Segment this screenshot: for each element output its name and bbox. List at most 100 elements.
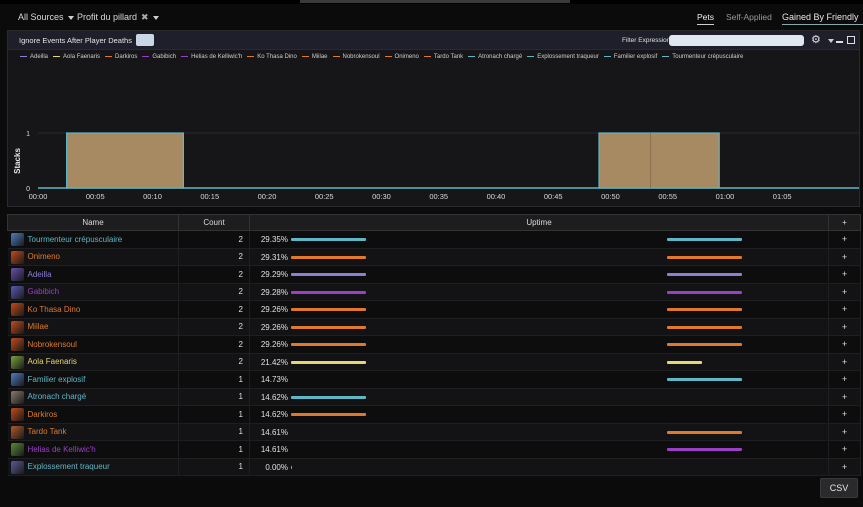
uptime-bar	[290, 465, 293, 469]
uptime-cell: 14.62%	[249, 388, 829, 406]
unit-name[interactable]: Gabibich	[28, 287, 60, 296]
expand-plus-icon[interactable]: +	[828, 440, 861, 459]
name-cell[interactable]: Ko Thasa Dino	[7, 300, 179, 319]
unit-icon	[10, 373, 24, 386]
name-cell[interactable]: Miilae	[7, 318, 179, 336]
x-tick-label: 00:00	[29, 192, 48, 201]
unit-name[interactable]: Explossement traqueur	[28, 462, 110, 471]
uptime-bar	[666, 448, 743, 451]
expand-plus-icon[interactable]: +	[828, 300, 861, 319]
unit-name[interactable]: Aola Faenaris	[28, 357, 77, 366]
expand-plus-icon[interactable]: +	[828, 318, 861, 336]
tab-self-applied[interactable]: Self-Applied	[726, 12, 772, 22]
expand-plus-icon[interactable]: +	[828, 230, 861, 249]
uptime-cell: 29.29%	[249, 265, 829, 284]
table-row[interactable]: Helias de Kelliwic'h 1 14.61% +	[7, 440, 861, 459]
unit-name[interactable]: Darkiros	[28, 410, 58, 419]
source-dropdown[interactable]: All Sources	[18, 12, 74, 22]
x-tick-label: 00:35	[429, 192, 448, 201]
uptime-cell: 14.73%	[249, 370, 829, 389]
unit-name[interactable]: Tardo Tank	[28, 427, 67, 436]
name-cell[interactable]: Tourmenteur crépusculaire	[7, 230, 179, 249]
x-tick-label: 00:55	[658, 192, 677, 201]
uptime-bar	[290, 290, 366, 294]
table-row[interactable]: Adeilla 2 29.29% +	[7, 265, 861, 284]
uptime-bar	[666, 238, 743, 241]
unit-name[interactable]: Miilae	[28, 322, 49, 331]
count-cell: 1	[178, 370, 250, 389]
name-cell[interactable]: Familier explosif	[7, 370, 179, 389]
top-strip	[0, 0, 863, 4]
name-cell[interactable]: Explossement traqueur	[7, 458, 179, 476]
expand-plus-icon[interactable]: +	[828, 458, 861, 476]
expand-plus-icon[interactable]: +	[828, 335, 861, 354]
unit-name[interactable]: Onimeno	[28, 252, 60, 261]
table-row[interactable]: Atronach chargé 1 14.62% +	[7, 388, 861, 406]
expand-plus-icon[interactable]: +	[828, 423, 861, 441]
unit-name[interactable]: Nobrokensoul	[28, 340, 77, 349]
x-tick-label: 00:15	[200, 192, 219, 201]
table-row[interactable]: Familier explosif 1 14.73% +	[7, 370, 861, 389]
expand-plus-icon[interactable]: +	[828, 370, 861, 389]
name-cell[interactable]: Darkiros	[7, 405, 179, 424]
count-cell: 2	[178, 230, 250, 249]
count-cell: 1	[178, 405, 250, 424]
header-count[interactable]: Count	[178, 214, 250, 231]
close-icon[interactable]: ✖	[141, 12, 149, 22]
gained-by-label: Gained By Friendly	[782, 12, 859, 22]
expand-plus-icon[interactable]: +	[828, 405, 861, 424]
unit-name[interactable]: Ko Thasa Dino	[28, 305, 81, 314]
expand-plus-icon[interactable]: +	[828, 265, 861, 284]
uptime-bar	[666, 308, 743, 311]
unit-name[interactable]: Atronach chargé	[28, 392, 87, 401]
name-cell[interactable]: Adeilla	[7, 265, 179, 284]
unit-name[interactable]: Adeilla	[28, 270, 52, 279]
uptime-bar	[290, 308, 366, 311]
table-row[interactable]: Gabibich 2 29.28% +	[7, 283, 861, 301]
name-cell[interactable]: Gabibich	[7, 283, 179, 301]
unit-name[interactable]: Helias de Kelliwic'h	[28, 445, 96, 454]
header-uptime[interactable]: Uptime	[249, 214, 829, 231]
table-row[interactable]: Explossement traqueur 1 0.00% +	[7, 458, 861, 476]
uptime-percent: 14.73%	[260, 375, 288, 384]
table-row[interactable]: Nobrokensoul 2 29.26% +	[7, 335, 861, 354]
unit-icon	[10, 390, 24, 404]
top-strip-highlight	[300, 0, 570, 3]
header-name[interactable]: Name	[7, 214, 179, 231]
expand-plus-icon[interactable]: +	[828, 388, 861, 406]
uptime-bar	[666, 378, 743, 381]
uptime-cell: 29.26%	[249, 335, 829, 354]
table-row[interactable]: Darkiros 1 14.62% +	[7, 405, 861, 424]
expand-plus-icon[interactable]: +	[828, 283, 861, 301]
count-cell: 2	[178, 248, 250, 266]
name-cell[interactable]: Helias de Kelliwic'h	[7, 440, 179, 459]
tab-pets[interactable]: Pets	[697, 12, 715, 25]
csv-button[interactable]: CSV	[820, 478, 858, 498]
gained-by-dropdown[interactable]: Gained By Friendly	[782, 12, 863, 25]
name-cell[interactable]: Nobrokensoul	[7, 335, 179, 354]
uptime-percent: 29.29%	[260, 270, 288, 279]
table-row[interactable]: Onimeno 2 29.31% +	[7, 248, 861, 266]
table-row[interactable]: Tourmenteur crépusculaire 2 29.35% +	[7, 230, 861, 249]
uptime-cell: 14.61%	[249, 423, 829, 441]
uptime-bar	[666, 360, 702, 364]
unit-icon	[10, 233, 24, 246]
name-cell[interactable]: Aola Faenaris	[7, 353, 179, 371]
name-cell[interactable]: Atronach chargé	[7, 388, 179, 406]
header-plus[interactable]: +	[828, 214, 861, 231]
name-cell[interactable]: Onimeno	[7, 248, 179, 266]
table-row[interactable]: Miilae 2 29.26% +	[7, 318, 861, 336]
table-row[interactable]: Aola Faenaris 2 21.42% +	[7, 353, 861, 371]
expand-plus-icon[interactable]: +	[828, 248, 861, 266]
name-cell[interactable]: Tardo Tank	[7, 423, 179, 441]
table-row[interactable]: Ko Thasa Dino 2 29.26% +	[7, 300, 861, 319]
unit-icon	[10, 320, 24, 334]
table-row[interactable]: Tardo Tank 1 14.61% +	[7, 423, 861, 441]
ability-dropdown[interactable]: Profit du pillard ✖	[77, 12, 159, 23]
unit-name[interactable]: Familier explosif	[28, 375, 86, 384]
unit-name[interactable]: Tourmenteur crépusculaire	[28, 235, 123, 244]
count-cell: 1	[178, 440, 250, 459]
x-tick-label: 00:05	[86, 192, 105, 201]
expand-plus-icon[interactable]: +	[828, 353, 861, 371]
unit-icon	[10, 443, 24, 456]
